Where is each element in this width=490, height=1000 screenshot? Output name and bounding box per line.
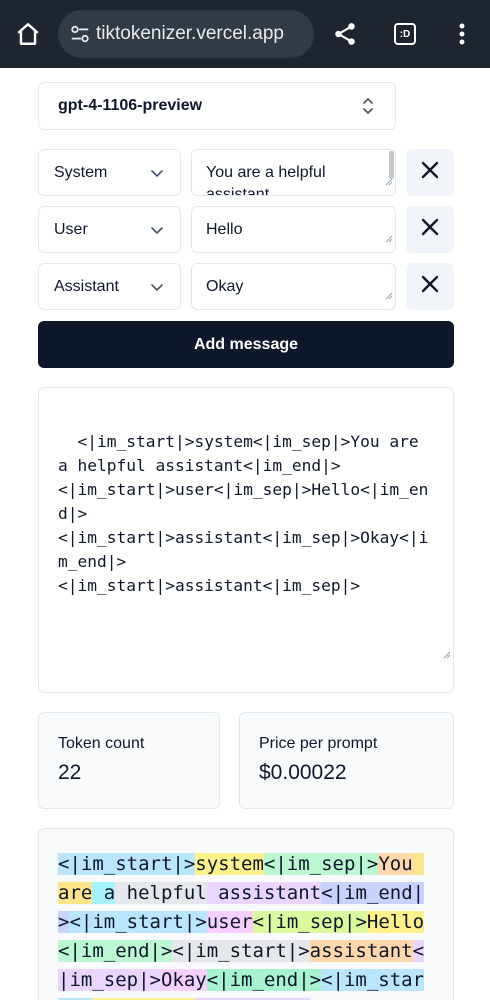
browser-toolbar: tiktokenizer.vercel.app :D bbox=[0, 0, 490, 68]
role-select-user[interactable]: User bbox=[38, 206, 181, 253]
tab-count: :D bbox=[394, 23, 416, 45]
token-count-label: Token count bbox=[58, 735, 145, 752]
share-icon[interactable] bbox=[325, 14, 365, 54]
model-select[interactable]: gpt-4-1106-preview bbox=[38, 82, 396, 130]
token-chip: <|im_start|> bbox=[69, 911, 207, 933]
role-select-system[interactable]: System bbox=[38, 149, 181, 196]
token-chip: a bbox=[92, 882, 116, 904]
delete-message-button[interactable] bbox=[406, 149, 454, 196]
address-bar[interactable]: tiktokenizer.vercel.app bbox=[58, 10, 314, 58]
message-content-input[interactable]: Hello bbox=[191, 206, 396, 253]
close-icon bbox=[420, 160, 440, 185]
token-chip: helpful bbox=[115, 882, 207, 904]
message-content-text: You are a helpful assistant bbox=[206, 164, 326, 196]
token-count-value: 22 bbox=[58, 761, 82, 784]
message-content-text: Okay bbox=[206, 278, 244, 295]
prompt-text: <|im_start|>system<|im_sep|>You are a he… bbox=[58, 432, 429, 595]
role-select-assistant[interactable]: Assistant bbox=[38, 263, 181, 310]
url-text: tiktokenizer.vercel.app bbox=[96, 23, 284, 44]
message-content-text: Hello bbox=[206, 221, 243, 238]
resize-handle-icon[interactable] bbox=[385, 171, 393, 193]
resize-handle-icon[interactable] bbox=[385, 285, 393, 307]
delete-message-button[interactable] bbox=[406, 263, 454, 310]
token-chip: system bbox=[195, 853, 264, 875]
close-icon bbox=[420, 274, 440, 299]
resize-handle-icon[interactable] bbox=[385, 228, 393, 250]
model-select-value: gpt-4-1106-preview bbox=[58, 97, 203, 114]
token-chip: <|im_end|> bbox=[58, 940, 173, 962]
more-vert-icon[interactable] bbox=[442, 14, 482, 54]
prompt-textarea[interactable]: <|im_start|>system<|im_sep|>You are a he… bbox=[38, 387, 454, 693]
token-visualization-panel: <|im_start|>system<|im_sep|>You are a he… bbox=[38, 828, 454, 1000]
token-count-card: Token count 22 bbox=[38, 712, 220, 809]
token-chip: assistant bbox=[309, 940, 413, 962]
token-chip: Hello bbox=[366, 911, 425, 933]
chevron-down-icon bbox=[150, 280, 164, 299]
message-content-input[interactable]: Okay bbox=[191, 263, 396, 310]
token-chip: <|im_end|> bbox=[206, 969, 322, 991]
delete-message-button[interactable] bbox=[406, 206, 454, 253]
token-chip: user bbox=[206, 911, 253, 933]
message-content-input[interactable]: You are a helpful assistant bbox=[191, 149, 396, 196]
chevron-up-down-icon bbox=[361, 96, 375, 121]
chevron-down-icon bbox=[150, 223, 164, 242]
role-select-value: System bbox=[54, 163, 108, 181]
role-select-value: Assistant bbox=[54, 277, 119, 295]
token-chip: assistant bbox=[206, 882, 322, 904]
close-icon bbox=[420, 217, 440, 242]
token-chip: <|im_sep|> bbox=[263, 853, 379, 875]
tab-switcher-icon[interactable]: :D bbox=[385, 14, 425, 54]
price-label: Price per prompt bbox=[259, 735, 378, 752]
site-settings-icon[interactable] bbox=[66, 20, 94, 48]
token-chip: <|im_sep|> bbox=[252, 911, 367, 933]
price-value: $0.00022 bbox=[259, 761, 347, 784]
token-chip: You bbox=[378, 853, 413, 875]
chevron-down-icon bbox=[150, 166, 164, 185]
token-chip: Okay bbox=[160, 969, 207, 991]
token-list: <|im_start|>system<|im_sep|>You are a he… bbox=[58, 850, 434, 1000]
home-icon[interactable] bbox=[8, 14, 48, 54]
resize-handle-icon[interactable] bbox=[404, 618, 451, 690]
token-chip: <|im_start|> bbox=[172, 940, 310, 962]
add-message-button[interactable]: Add message bbox=[38, 321, 454, 368]
price-card: Price per prompt $0.00022 bbox=[239, 712, 454, 809]
role-select-value: User bbox=[54, 220, 88, 238]
token-chip: <|im_start|> bbox=[58, 853, 196, 875]
